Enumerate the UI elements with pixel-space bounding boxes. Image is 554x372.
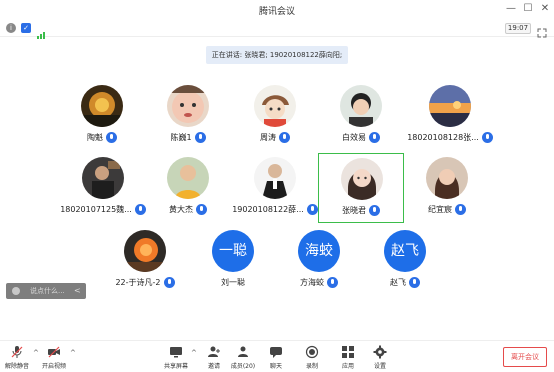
participant-name: 陶魁 (87, 132, 103, 142)
info-icon[interactable]: i (6, 23, 16, 33)
mic-off-icon (11, 346, 23, 358)
members-icon (238, 346, 248, 357)
mic-icon (481, 131, 493, 143)
avatar (254, 85, 296, 127)
signal-icon[interactable] (37, 24, 47, 39)
maximize-button[interactable]: ☐ (522, 3, 534, 15)
speaking-banner: 正在讲话: 张晓君; 19020108122薛向阳; (206, 46, 348, 64)
participant-tile[interactable]: 陶魁 (59, 81, 145, 151)
participant-name: 方海蛟 (300, 277, 324, 287)
mic-icon (409, 276, 420, 288)
camera-off-icon (48, 346, 60, 358)
participant-name: 黄大杰 (169, 204, 193, 214)
meeting-clock: 19:07 (505, 23, 531, 34)
apps-label: 应用 (341, 363, 354, 370)
participant-tile[interactable]: 一聪 刘一聪 (190, 226, 276, 296)
unmute-button[interactable]: 解除静音 (0, 345, 34, 372)
avatar: 赵飞 (384, 230, 426, 272)
leave-meeting-button[interactable]: 离开会议 (503, 347, 547, 367)
meeting-toolbar: 解除静音 ^ 开启视频 ^ 共享屏幕 ^ 邀请 成员(20) 聊天 录制 应用 … (0, 340, 554, 372)
chat-button[interactable]: 聊天 (259, 345, 293, 372)
emoji-icon[interactable] (12, 287, 20, 295)
apps-icon (342, 346, 354, 358)
chat-placeholder: 说点什么... (30, 287, 65, 295)
close-button[interactable]: ✕ (539, 3, 551, 15)
mic-icon (455, 203, 466, 215)
mic-icon (279, 131, 290, 143)
avatar (341, 158, 383, 200)
avatar (426, 157, 468, 199)
chat-label: 聊天 (269, 363, 282, 370)
mic-icon (106, 131, 117, 143)
avatar (254, 157, 296, 199)
participant-tile[interactable]: 黄大杰 (145, 153, 231, 223)
minimize-button[interactable]: — (505, 3, 517, 15)
collapse-chat-button[interactable]: < (74, 286, 81, 295)
settings-label: 设置 (373, 363, 386, 370)
video-options-caret[interactable]: ^ (70, 349, 76, 357)
avatar (81, 85, 123, 127)
avatar (340, 85, 382, 127)
avatar (82, 157, 124, 199)
window-title: 腾讯会议 (258, 7, 295, 17)
participant-tile[interactable]: 18020107125魏... (57, 153, 149, 223)
unmute-label: 解除静音 (4, 363, 29, 370)
participant-name: 刘一聪 (221, 277, 245, 287)
mic-icon (163, 276, 175, 288)
participant-name: 周涛 (260, 132, 276, 142)
avatar (124, 230, 166, 272)
shield-icon[interactable]: ✓ (21, 23, 31, 33)
gear-icon (373, 345, 387, 359)
participant-name: 19020108122薛... (232, 204, 304, 214)
participant-name: 张晓君 (342, 205, 366, 215)
participant-tile[interactable]: 陈巍1 (145, 81, 231, 151)
avatar (429, 85, 471, 127)
participant-tile[interactable]: 22-于诗凡-2 (102, 226, 188, 296)
mic-icon (369, 131, 380, 143)
info-bar: i ✓ 19:07 (0, 20, 554, 39)
participant-tile[interactable]: 18020108128张... (404, 81, 496, 151)
participant-name: 赵飞 (390, 277, 406, 287)
participant-name: 18020108128张... (407, 132, 479, 142)
avatar: 一聪 (212, 230, 254, 272)
participant-name: 陈巍1 (170, 132, 192, 142)
members-label: 成员(20) (230, 363, 256, 370)
share-screen-icon (170, 347, 182, 358)
participant-tile[interactable]: 周涛 (232, 81, 318, 151)
participant-tile[interactable]: 白效易 (318, 81, 404, 151)
share-options-caret[interactable]: ^ (191, 349, 197, 357)
participant-tile[interactable]: 海蛟 方海蛟 (276, 226, 362, 296)
participant-tile[interactable]: 纪宜宸 (404, 153, 490, 223)
mic-icon (194, 131, 206, 143)
participant-tile[interactable]: 赵飞 赵飞 (362, 226, 448, 296)
chat-input[interactable]: 说点什么... < (6, 283, 86, 299)
participant-name: 白效易 (342, 132, 366, 142)
mic-icon (196, 203, 207, 215)
avatar: 海蛟 (298, 230, 340, 272)
fullscreen-icon[interactable] (537, 23, 547, 38)
participant-tile[interactable]: 19020108122薛... (226, 153, 324, 223)
participant-tile-active-speaker[interactable]: 张晓君 (318, 153, 404, 223)
title-bar: 腾讯会议 — ☐ ✕ (0, 0, 554, 20)
invite-icon (208, 346, 220, 357)
participant-name: 18020107125魏... (60, 204, 132, 214)
participant-name: 纪宜宸 (428, 204, 452, 214)
record-icon (305, 345, 319, 359)
share-screen-button[interactable]: 共享屏幕 (159, 345, 193, 372)
apps-button[interactable]: 应用 (331, 345, 365, 372)
participant-name: 22-于诗凡-2 (115, 277, 161, 287)
settings-button[interactable]: 设置 (363, 345, 397, 372)
chat-icon (270, 347, 282, 358)
mic-icon (327, 276, 338, 288)
share-screen-label: 共享屏幕 (163, 363, 188, 370)
record-button[interactable]: 录制 (295, 345, 329, 372)
start-video-label: 开启视频 (41, 363, 66, 370)
members-button[interactable]: 成员(20) (226, 345, 260, 372)
avatar (167, 157, 209, 199)
avatar (167, 85, 209, 127)
start-video-button[interactable]: 开启视频 (37, 345, 71, 372)
mic-icon (369, 204, 380, 216)
mic-icon (306, 203, 318, 215)
record-label: 录制 (305, 363, 318, 370)
